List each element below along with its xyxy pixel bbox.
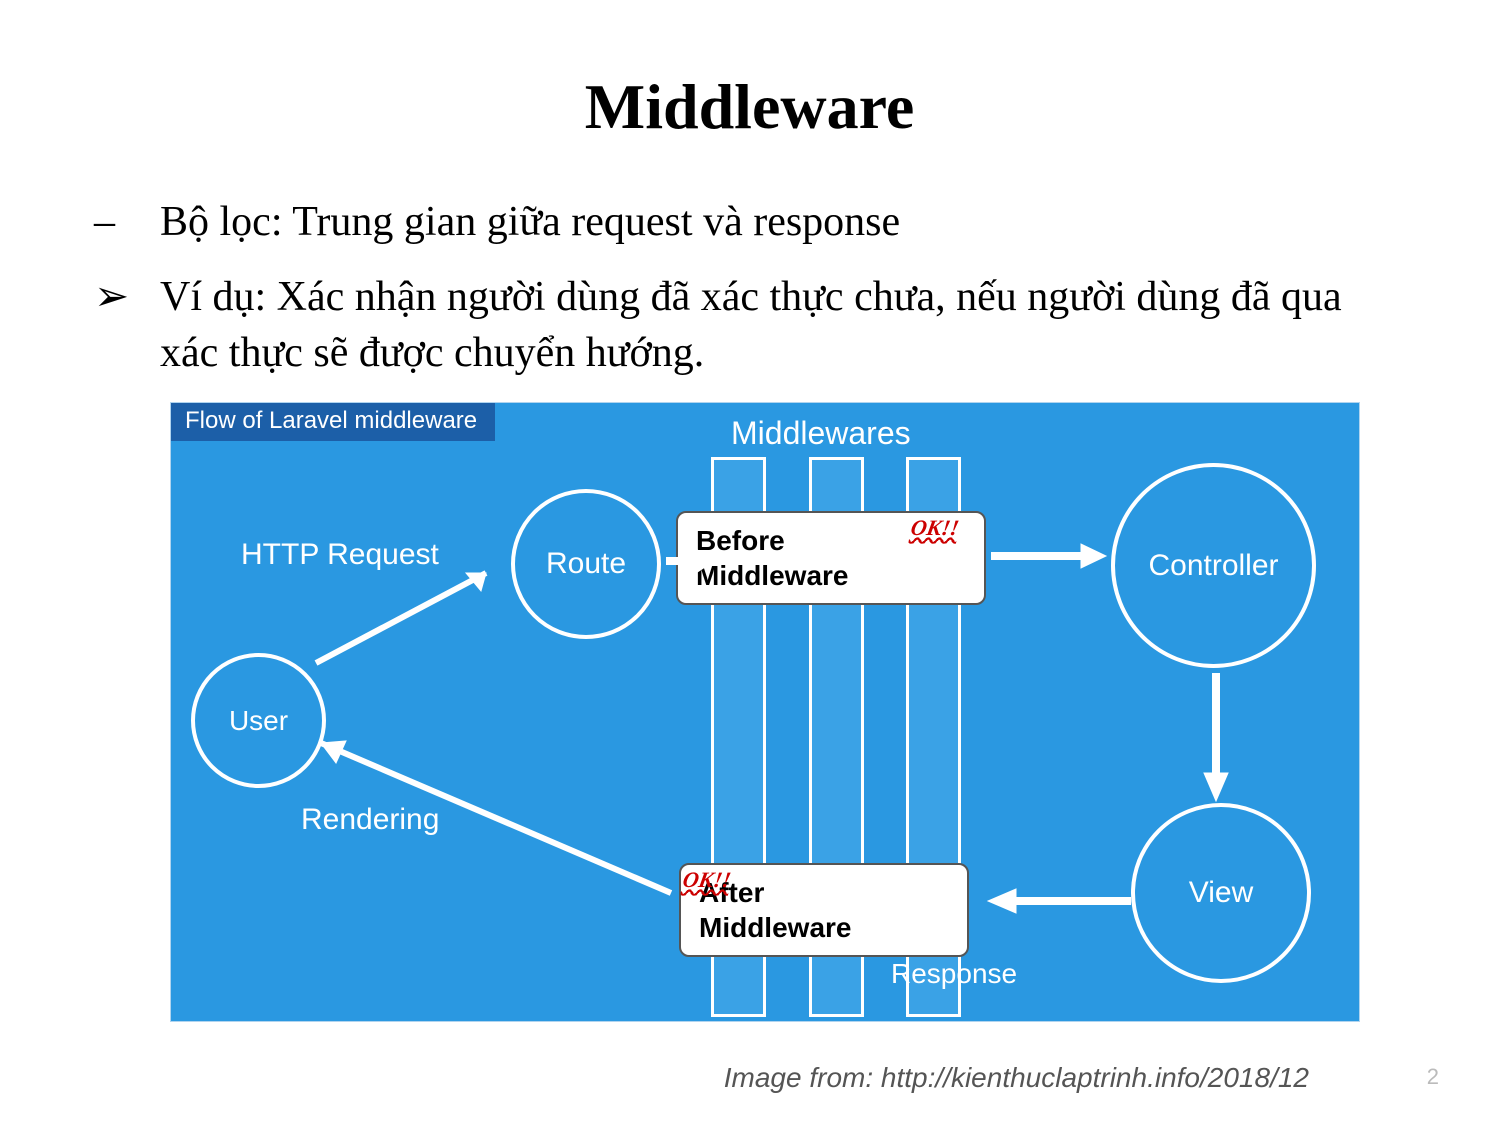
ok-stamp-before: OK!! <box>911 515 971 540</box>
bullet-marker: – <box>90 194 160 251</box>
ok-stamp-after: OK!! <box>683 867 743 892</box>
bullet-marker: ➢ <box>90 269 160 326</box>
arrow-user-route <box>306 553 516 673</box>
middlewares-label: Middlewares <box>731 415 911 452</box>
arrow-before-controller <box>991 538 1111 578</box>
diagram-header: Flow of Laravel middleware <box>171 403 495 441</box>
arrow-route-before <box>666 543 716 583</box>
bullet-text: Bộ lọc: Trung gian giữa request và respo… <box>160 194 1409 251</box>
bullet-text: Ví dụ: Xác nhận người dùng đã xác thực c… <box>160 269 1409 382</box>
bullet-list: – Bộ lọc: Trung gian giữa request và res… <box>90 194 1409 382</box>
arrow-view-after <box>976 883 1131 923</box>
arrow-after-user <box>281 723 681 903</box>
flow-diagram: Flow of Laravel middleware Middlewares H… <box>170 402 1360 1022</box>
ok-text: OK!! <box>681 867 733 893</box>
slide-title: Middleware <box>90 70 1409 144</box>
before-text: Before Middleware <box>696 525 848 591</box>
ok-text: OK!! <box>909 515 961 541</box>
image-caption: Image from: http://kienthuclaptrinh.info… <box>724 1062 1309 1094</box>
arrow-controller-view <box>1196 673 1236 803</box>
page-number: 2 <box>1427 1064 1439 1090</box>
bullet-item: ➢ Ví dụ: Xác nhận người dùng đã xác thực… <box>90 269 1409 382</box>
response-label: Response <box>891 958 1017 990</box>
view-node: View <box>1131 803 1311 983</box>
bullet-item: – Bộ lọc: Trung gian giữa request và res… <box>90 194 1409 251</box>
controller-node: Controller <box>1111 463 1316 668</box>
route-node: Route <box>511 489 661 639</box>
